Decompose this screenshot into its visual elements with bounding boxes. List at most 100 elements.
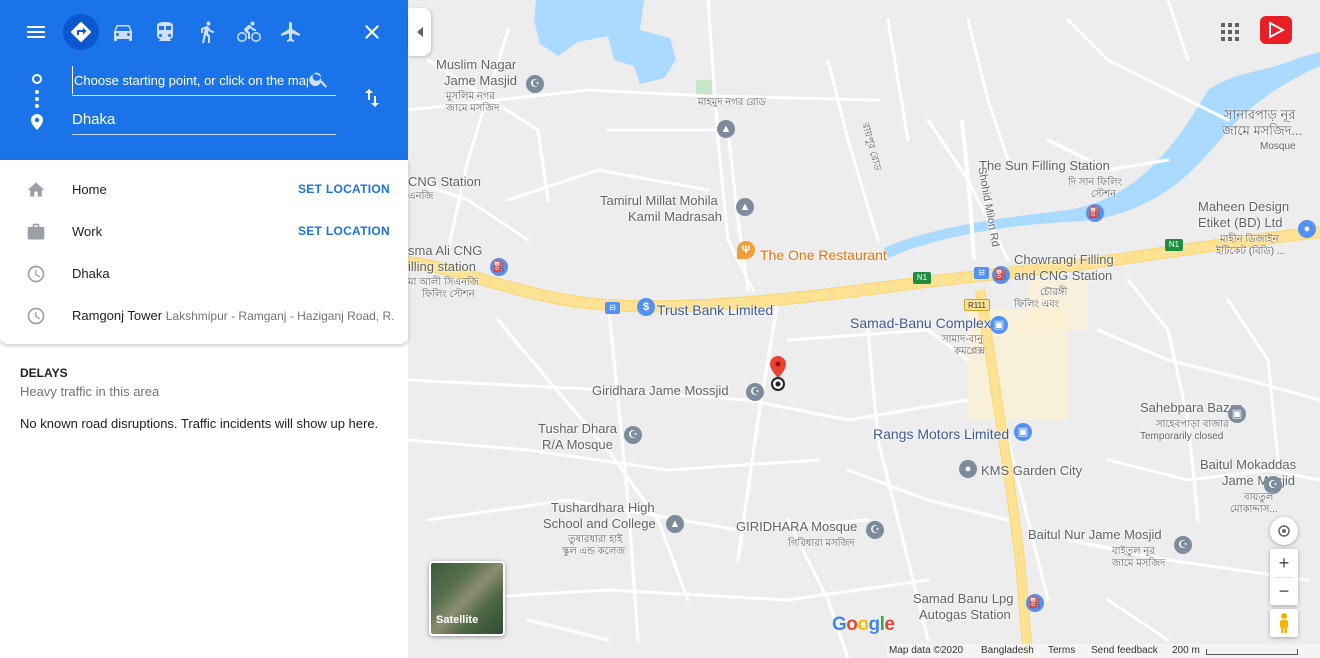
place-label[interactable]: Maheen Design <box>1198 200 1289 214</box>
place-label[interactable]: Jame Mosjid <box>1222 474 1295 488</box>
place-pin-icon[interactable]: ● <box>1298 220 1316 238</box>
suggestion-work[interactable]: Work SET LOCATION <box>0 210 408 252</box>
place-label[interactable]: Muslim Nagar <box>436 58 516 72</box>
place-label[interactable]: Etiket (BD) Ltd <box>1198 216 1283 230</box>
airplane-icon <box>281 22 300 42</box>
directions-icon <box>71 22 91 42</box>
mode-walking-button[interactable] <box>189 14 225 50</box>
place-label-bn: ফিলিং স্টেশন <box>422 289 475 300</box>
send-feedback-link[interactable]: Send feedback <box>1091 645 1158 656</box>
destination-field[interactable]: Dhaka <box>72 105 336 135</box>
place-label[interactable]: Autogas Station <box>919 608 1011 622</box>
place-label[interactable]: Tamirul Millat Mohila <box>600 194 718 208</box>
place-label[interactable]: The Sun Filling Station <box>979 159 1110 173</box>
my-location-button[interactable] <box>1270 517 1298 545</box>
search-icon[interactable] <box>308 68 330 90</box>
place-label[interactable]: Chowrangi Filling <box>1014 253 1114 267</box>
mode-driving-button[interactable] <box>105 14 141 50</box>
place-label[interactable]: Giridhara Jame Mossjid <box>592 384 729 398</box>
place-label[interactable]: CNG Station <box>408 175 481 189</box>
place-label[interactable]: R/A Mosque <box>542 438 613 452</box>
school-icon[interactable]: ▲ <box>666 515 684 533</box>
route-dot <box>35 90 39 94</box>
place-label[interactable]: Tushardhara High <box>551 501 655 515</box>
place-label[interactable]: Samad-Banu Complex <box>850 316 991 330</box>
place-label[interactable]: KMS Garden City <box>981 464 1082 478</box>
place-label[interactable]: illing station <box>408 260 476 274</box>
destination-marker[interactable] <box>770 356 786 391</box>
shopping-icon[interactable]: ▣ <box>1014 423 1032 441</box>
place-label[interactable]: Kamil Madrasah <box>628 210 722 224</box>
shopping-icon[interactable]: ▣ <box>1228 405 1246 423</box>
mode-flights-button[interactable] <box>273 14 309 50</box>
place-label[interactable]: The One Restaurant <box>760 248 887 262</box>
terms-link[interactable]: Terms <box>1048 645 1075 656</box>
apps-grid-icon[interactable] <box>1220 22 1240 42</box>
bus-stop-icon[interactable]: ⊟ <box>974 267 989 279</box>
suggestion-recent-dhaka[interactable]: Dhaka <box>0 252 408 294</box>
route-dot <box>35 104 39 108</box>
place-label[interactable]: Sahebpara Bazar <box>1140 401 1241 415</box>
account-avatar[interactable] <box>1260 16 1292 44</box>
highway-badge: N1 <box>913 272 931 284</box>
suggestion-recent-ramgonj[interactable]: Ramgonj Tower Lakshmipur - Ramganj - Haz… <box>0 294 408 336</box>
shopping-icon[interactable]: ▣ <box>990 316 1008 334</box>
mosque-icon[interactable]: ☪ <box>866 521 884 539</box>
history-icon <box>27 265 45 283</box>
place-pin-icon[interactable]: ● <box>959 460 977 478</box>
delays-section: DELAYS Heavy traffic in this area No kno… <box>20 366 390 431</box>
destination-value[interactable]: Dhaka <box>72 105 336 135</box>
map-canvas[interactable]: Muslim Nagar Jame Masjid মুসলিম নগর জামে… <box>408 0 1320 658</box>
restaurant-icon[interactable]: Ψ <box>737 241 755 259</box>
school-icon[interactable]: ▲ <box>717 120 735 138</box>
zoom-out-button[interactable]: − <box>1270 578 1298 605</box>
close-directions-button[interactable] <box>354 14 390 50</box>
set-home-location-button[interactable]: SET LOCATION <box>298 182 390 196</box>
gas-station-icon[interactable]: ⛽ <box>1086 204 1104 222</box>
location-icon <box>1278 525 1290 537</box>
mode-transit-button[interactable] <box>147 14 183 50</box>
delays-subtitle: Heavy traffic in this area <box>20 384 160 399</box>
place-label[interactable]: School and College <box>543 517 656 531</box>
place-label[interactable]: Trust Bank Limited <box>657 303 773 317</box>
mosque-icon[interactable]: ☪ <box>746 383 764 401</box>
gas-station-icon[interactable]: ⛽ <box>490 258 508 276</box>
menu-button[interactable] <box>18 14 54 50</box>
place-label[interactable]: Rangs Motors Limited <box>873 427 1009 441</box>
mode-best-route-button[interactable] <box>63 14 99 50</box>
swap-icon[interactable] <box>360 86 384 110</box>
suggestions-list: Home SET LOCATION Work SET LOCATION Dhak… <box>0 160 408 344</box>
starting-point-input[interactable] <box>72 66 308 94</box>
destination-pin-icon <box>31 114 43 130</box>
place-label[interactable]: Baitul Mokaddas <box>1200 458 1296 472</box>
place-label[interactable]: Samad Banu Lpg <box>913 592 1013 606</box>
start-point-icon <box>32 74 42 84</box>
set-work-location-button[interactable]: SET LOCATION <box>298 224 390 238</box>
bus-stop-icon[interactable]: ⊟ <box>605 302 620 314</box>
place-label[interactable]: Jame Masjid <box>444 74 517 88</box>
gas-station-icon[interactable]: ⛽ <box>992 266 1010 284</box>
place-label[interactable]: GIRIDHARA Mosque <box>736 520 857 534</box>
street-view-pegman[interactable] <box>1270 609 1298 637</box>
school-icon[interactable]: ▲ <box>736 198 754 216</box>
delays-title: DELAYS <box>20 366 68 380</box>
bank-icon[interactable]: $ <box>637 298 655 316</box>
place-label[interactable]: Baitul Nur Jame Mosjid <box>1028 528 1162 542</box>
place-label[interactable]: and CNG Station <box>1014 269 1112 283</box>
mosque-icon[interactable]: ☪ <box>624 426 642 444</box>
place-label[interactable]: Tushar Dhara <box>538 422 617 436</box>
mosque-icon[interactable]: ☪ <box>1174 536 1192 554</box>
scale-label[interactable]: 200 m <box>1172 645 1200 656</box>
place-label[interactable]: sma Ali CNG <box>408 244 482 258</box>
mode-cycling-button[interactable] <box>231 14 267 50</box>
mosque-icon[interactable]: ☪ <box>526 75 544 93</box>
collapse-panel-button[interactable] <box>408 8 431 56</box>
satellite-layer-button[interactable]: Satellite <box>429 561 505 636</box>
suggestion-address: Lakshmipur - Ramganj - Haziganj Road, R.… <box>165 309 394 323</box>
delays-message: No known road disruptions. Traffic incid… <box>20 416 379 431</box>
gas-station-icon[interactable]: ⛽ <box>1026 594 1044 612</box>
suggestion-title: Ramgonj Tower <box>72 308 163 323</box>
country-label[interactable]: Bangladesh <box>981 645 1034 656</box>
suggestion-home[interactable]: Home SET LOCATION <box>0 168 408 210</box>
zoom-in-button[interactable]: + <box>1270 549 1298 577</box>
